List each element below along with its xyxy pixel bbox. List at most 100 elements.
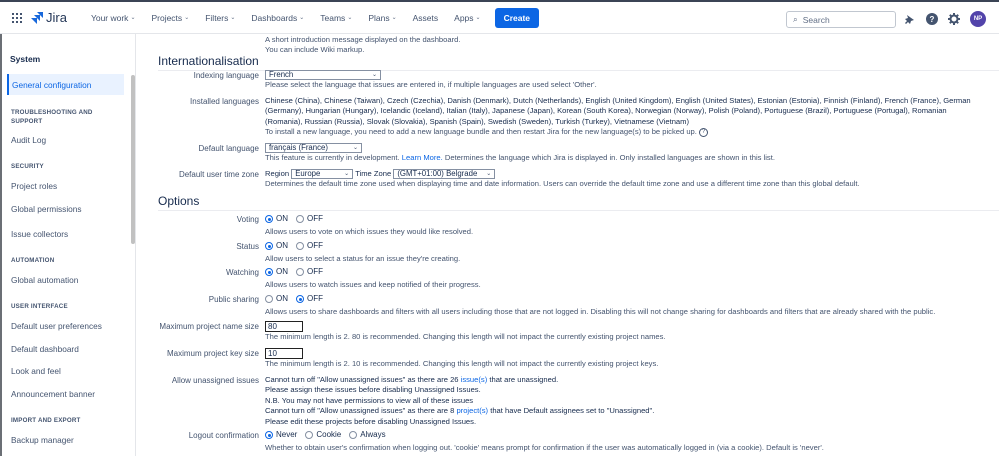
logout-always-radio[interactable]: Always	[349, 430, 386, 440]
projects-link[interactable]: project(s)	[456, 406, 488, 415]
max-project-name-input[interactable]: 80	[265, 321, 303, 332]
max-project-name-label: Maximum project name size	[159, 322, 259, 331]
nav-dashboards[interactable]: Dashboards ⌄	[243, 13, 312, 23]
max-project-name-desc: The minimum length is 2. 80 is recommend…	[265, 332, 666, 342]
logout-cookie-radio[interactable]: Cookie	[305, 430, 341, 440]
chevron-down-icon: ⌄	[299, 15, 305, 21]
issues-link[interactable]: issue(s)	[461, 375, 488, 384]
sidebar-item-announcement-banner[interactable]: Announcement banner	[7, 383, 124, 404]
chevron-down-icon: ⌄	[371, 72, 377, 78]
chevron-down-icon: ⌄	[230, 15, 236, 21]
help-icon[interactable]: ?	[699, 127, 709, 137]
public-sharing-on-radio[interactable]: ON	[265, 294, 288, 304]
max-project-key-label: Maximum project key size	[166, 349, 259, 358]
learn-more-link[interactable]: Learn More.	[402, 153, 443, 162]
nav-apps[interactable]: Apps ⌄	[446, 13, 488, 23]
region-label: Region	[265, 169, 290, 178]
status-label: Status	[236, 242, 259, 251]
notifications-icon[interactable]	[904, 13, 916, 25]
default-timezone-field: Region Europe ⌄ Time Zone (GMT+01:00) Bel…	[265, 169, 985, 190]
jira-logo[interactable]: Jira	[31, 10, 67, 25]
logout-confirmation-field: Never Cookie Always Whether to obtain user…	[265, 430, 985, 453]
nav-projects[interactable]: Projects ⌄	[143, 13, 197, 23]
sidebar-item-global-automation[interactable]: Global automation	[7, 269, 124, 290]
watching-label: Watching	[225, 268, 259, 277]
sidebar-item-audit-log[interactable]: Audit Log	[7, 129, 124, 150]
sidebar: System General configuration TROUBLESHOO…	[0, 34, 136, 456]
sidebar-section-heading: AUTOMATION	[11, 257, 55, 264]
chevron-down-icon: ⌄	[347, 15, 353, 21]
indexing-language-field: French ⌄ Please select the language that …	[265, 70, 985, 91]
sidebar-scrollbar[interactable]	[131, 75, 135, 244]
sidebar-section-heading: SECURITY	[11, 163, 44, 170]
max-project-key-field: 10 The minimum length is 2. 10 is recomm…	[265, 348, 985, 370]
default-language-field: français (France) ⌄ This feature is curre…	[265, 143, 775, 163]
status-desc: Allow users to select a status for an is…	[265, 253, 461, 263]
voting-desc: Allows users to vote on which issues the…	[265, 226, 474, 236]
default-language-select[interactable]: français (France) ⌄	[265, 143, 362, 153]
status-field: ON OFF Allow users to select a status for…	[265, 241, 985, 264]
public-sharing-off-radio[interactable]: OFF	[296, 294, 323, 304]
search-input[interactable]: ⌕ Search	[786, 11, 896, 28]
max-project-key-input[interactable]: 10	[265, 348, 303, 359]
jira-logo-icon	[31, 11, 43, 24]
public-sharing-label: Public sharing	[208, 295, 259, 304]
status-off-radio[interactable]: OFF	[296, 241, 323, 251]
chevron-down-icon: ⌄	[475, 15, 481, 21]
installed-languages-field: Chinese (China), Chinese (Taiwan), Czech…	[265, 96, 985, 138]
top-navigation: Jira Your work ⌄ Projects ⌄ Filters ⌄ Dashb…	[0, 0, 999, 34]
sidebar-item-project-roles[interactable]: Project roles	[7, 175, 124, 196]
create-button[interactable]: Create	[494, 7, 540, 28]
sidebar-item-global-permissions[interactable]: Global permissions	[7, 198, 124, 219]
installed-languages-list: Chinese (China), Chinese (Taiwan), Czech…	[265, 96, 971, 126]
intro-desc-line2: You can include Wiki markup.	[265, 44, 365, 54]
installed-languages-label: Installed languages	[190, 97, 259, 106]
unassigned-issues-label: Allow unassigned issues	[171, 376, 259, 385]
watching-desc: Allows users to watch issues and keep no…	[265, 279, 481, 289]
sidebar-item-look-and-feel[interactable]: Look and feel	[7, 360, 124, 381]
sidebar-title: System	[10, 54, 41, 64]
chevron-down-icon: ⌄	[391, 15, 397, 21]
sidebar-item-backup-manager[interactable]: Backup manager	[7, 429, 124, 450]
voting-label: Voting	[236, 215, 259, 224]
public-sharing-desc: Allows users to share dashboards and fil…	[265, 306, 936, 316]
app-switcher-icon[interactable]	[12, 12, 22, 23]
sidebar-item-default-user-preferences[interactable]: Default user preferences	[7, 315, 124, 336]
user-avatar[interactable]: NP	[970, 11, 986, 27]
installed-languages-desc: To install a new language, you need to a…	[265, 127, 697, 137]
max-project-key-desc: The minimum length is 2. 10 is recommend…	[265, 359, 659, 369]
chevron-down-icon: ⌄	[352, 145, 358, 151]
main-content: A short introduction message displayed o…	[150, 35, 999, 456]
voting-on-radio[interactable]: ON	[265, 214, 288, 224]
default-timezone-label: Default user time zone	[178, 170, 259, 179]
logout-never-radio[interactable]: Never	[265, 430, 297, 440]
nav-teams[interactable]: Teams ⌄	[312, 13, 360, 23]
help-icon[interactable]: ?	[926, 13, 938, 25]
chevron-down-icon: ⌄	[486, 171, 492, 177]
voting-off-radio[interactable]: OFF	[296, 214, 323, 224]
settings-gear-icon[interactable]	[948, 13, 960, 25]
default-language-label: Default language	[198, 144, 260, 153]
watching-off-radio[interactable]: OFF	[296, 267, 323, 277]
sidebar-item-default-dashboard[interactable]: Default dashboard	[7, 338, 124, 359]
unassigned-issues-field: Cannot turn off "Allow unassigned issues…	[265, 375, 655, 426]
timezone-select[interactable]: (GMT+01:00) Belgrade ⌄	[393, 169, 496, 179]
watching-field: ON OFF Allows users to watch issues and k…	[265, 267, 985, 290]
nav-plans[interactable]: Plans ⌄	[360, 13, 404, 23]
chevron-down-icon: ⌄	[130, 15, 136, 21]
watching-on-radio[interactable]: ON	[265, 267, 288, 277]
logout-confirmation-label: Logout confirmation	[188, 431, 259, 440]
status-on-radio[interactable]: ON	[265, 241, 288, 251]
nav-assets[interactable]: Assets	[405, 13, 447, 23]
sidebar-item-general-configuration[interactable]: General configuration	[7, 74, 124, 95]
indexing-language-desc: Please select the language that issues a…	[265, 80, 597, 90]
svg-text:?: ?	[930, 15, 935, 24]
timezone-label: Time Zone	[355, 169, 392, 178]
region-select[interactable]: Europe ⌄	[291, 169, 354, 179]
nav-your-work[interactable]: Your work ⌄	[83, 13, 144, 23]
nav-filters[interactable]: Filters ⌄	[197, 13, 243, 23]
logout-confirmation-desc: Whether to obtain user's confirmation wh…	[265, 442, 824, 452]
sidebar-section-heading: USER INTERFACE	[11, 303, 68, 310]
indexing-language-select[interactable]: French ⌄	[265, 70, 381, 80]
sidebar-item-issue-collectors[interactable]: Issue collectors	[7, 223, 124, 244]
